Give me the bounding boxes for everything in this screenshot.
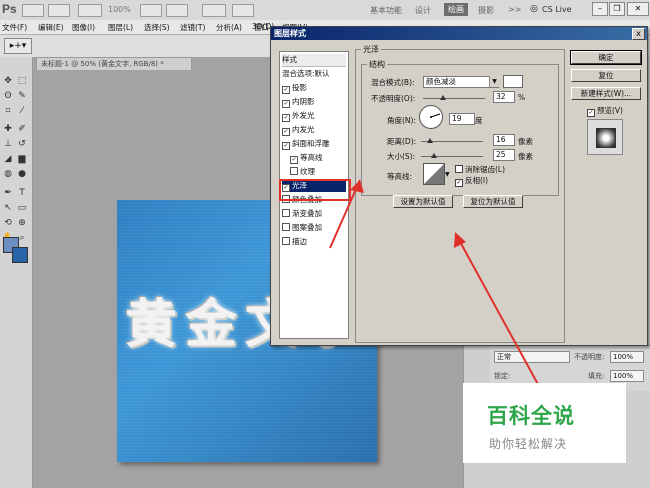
watermark-badge: 百科全说 助你轻松解决 <box>463 383 626 463</box>
arrow-to-settings <box>457 237 541 389</box>
watermark-title: 百科全说 <box>487 404 575 428</box>
arrow-to-settings-head <box>454 232 466 248</box>
watermark-subtitle: 助你轻松解决 <box>489 437 568 451</box>
arrow-to-satin-head <box>350 180 364 193</box>
